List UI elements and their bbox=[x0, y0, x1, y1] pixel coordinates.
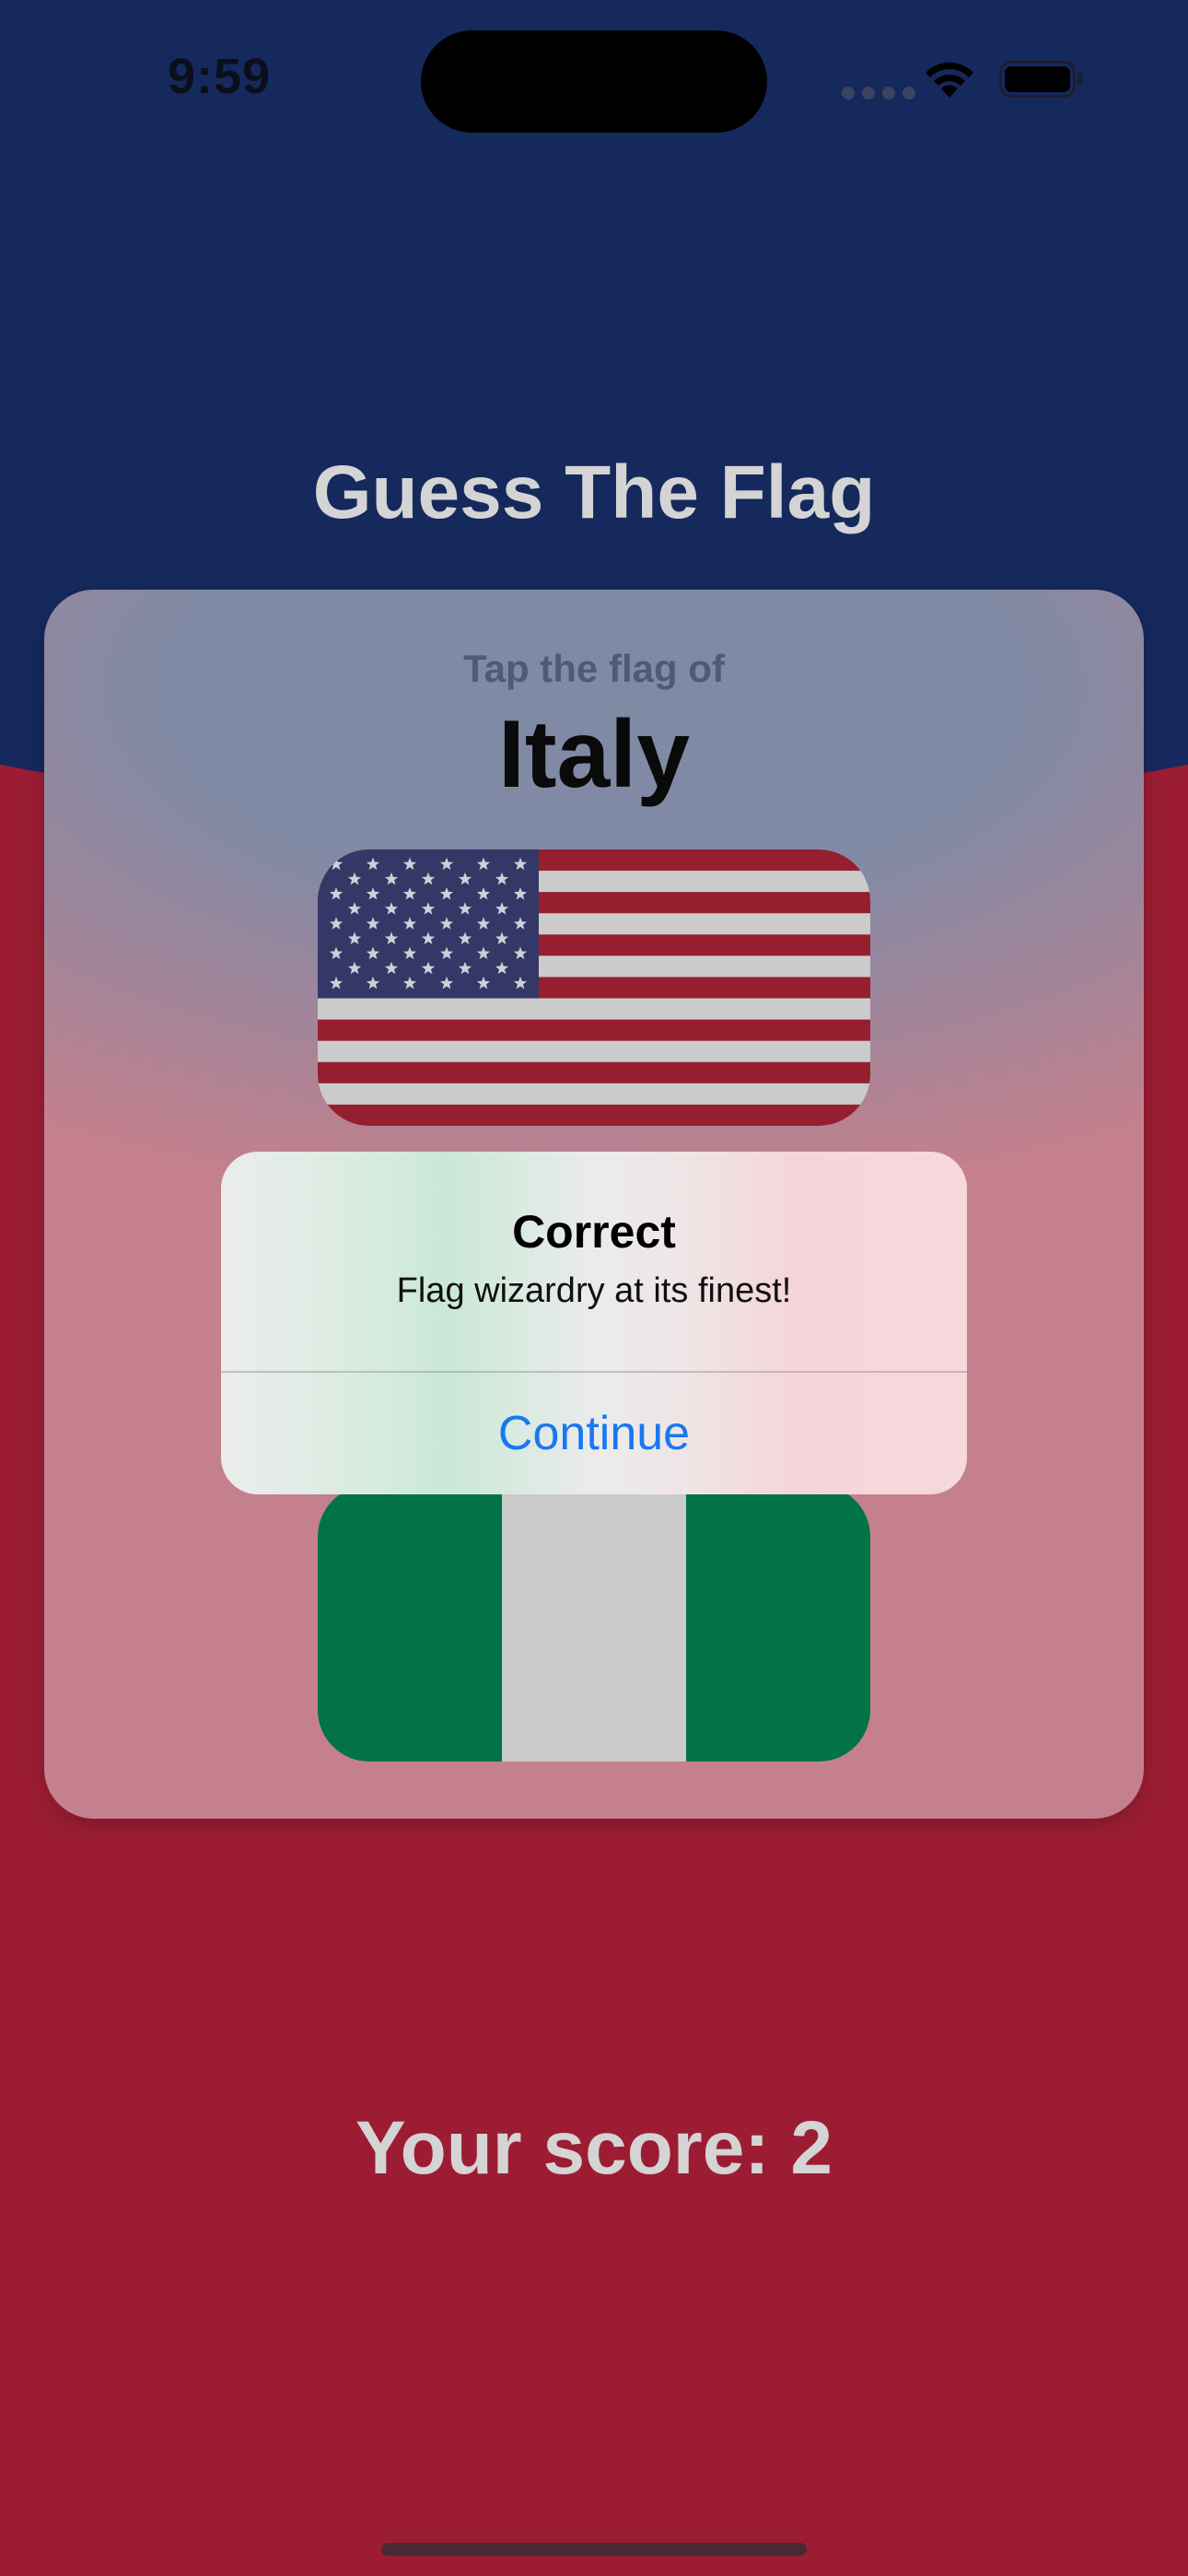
nigeria-flag-button[interactable] bbox=[318, 1485, 870, 1762]
continue-button[interactable]: Continue bbox=[221, 1373, 967, 1494]
us-flag-button[interactable] bbox=[318, 849, 870, 1126]
home-indicator[interactable] bbox=[381, 2543, 807, 2556]
signal-icon bbox=[842, 87, 915, 100]
alert-title: Correct bbox=[512, 1206, 676, 1258]
dynamic-island bbox=[421, 30, 767, 133]
battery-icon bbox=[999, 61, 1082, 98]
result-alert: Correct Flag wizardry at its finest! Con… bbox=[221, 1152, 967, 1494]
nigeria-flag-icon bbox=[318, 1485, 870, 1762]
score-label: Your score: 2 bbox=[355, 2106, 833, 2190]
status-time: 9:59 bbox=[168, 49, 272, 104]
page-title: Guess The Flag bbox=[312, 451, 876, 534]
alert-message: Flag wizardry at its finest! bbox=[396, 1271, 792, 1310]
question-country: Italy bbox=[497, 701, 691, 808]
us-flag-icon bbox=[318, 849, 870, 1126]
wifi-icon bbox=[926, 62, 973, 98]
question-prompt: Tap the flag of bbox=[463, 647, 725, 690]
